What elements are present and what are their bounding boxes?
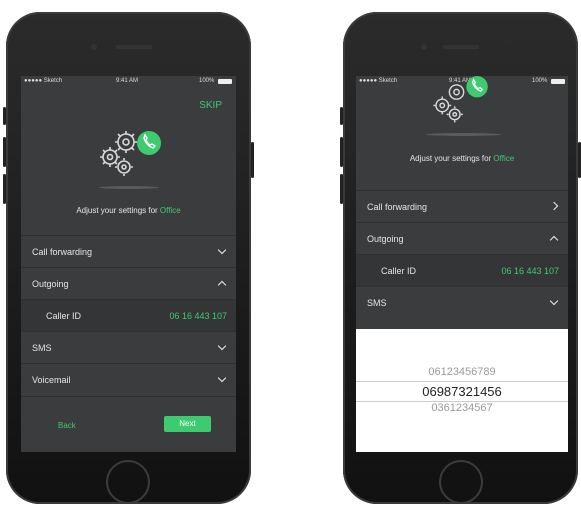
battery-label: 100% (199, 78, 215, 84)
row-sms[interactable]: SMS (356, 286, 568, 319)
voicemail-label: Voicemail (32, 375, 71, 385)
screen-right: ●●●●● Sketch 9:41 AM 100% Adjust your se… (356, 76, 568, 452)
settings-target: Office (493, 154, 515, 163)
caller-id-value: 06 16 443 107 (169, 311, 227, 321)
speaker (116, 45, 152, 49)
sms-label: SMS (367, 298, 387, 308)
back-button[interactable]: Back (58, 421, 76, 430)
caller-id-label: Caller ID (381, 266, 417, 276)
chevron-up-icon (549, 235, 559, 245)
time-label: 9:41 AM (116, 78, 139, 84)
caller-id-label: Caller ID (46, 311, 82, 321)
status-bar: ●●●●● Sketch 9:41 AM 100% (21, 76, 236, 88)
outgoing-label: Outgoing (367, 234, 404, 244)
picker-option[interactable]: 06123456789 (356, 366, 568, 378)
caller-id-value: 06 16 443 107 (501, 266, 559, 276)
picker-option[interactable]: 0361234567 (356, 402, 568, 414)
picker-option-selected[interactable]: 06987321456 (356, 381, 568, 402)
volume-down-button (340, 174, 343, 204)
outgoing-label: Outgoing (32, 279, 69, 289)
row-outgoing[interactable]: Outgoing (21, 267, 236, 300)
battery-icon (218, 79, 232, 84)
call-forwarding-label: Call forwarding (32, 247, 93, 257)
settings-target: Office (159, 206, 181, 215)
settings-caption: Adjust your settings for Office (21, 206, 236, 215)
icon-shadow (426, 133, 501, 136)
next-button[interactable]: Next (164, 416, 211, 432)
settings-prefix: Adjust your settings for (76, 206, 160, 215)
row-caller-id[interactable]: Caller ID 06 16 443 107 (21, 299, 236, 332)
chevron-down-icon (217, 341, 227, 351)
chevron-right-icon (549, 201, 559, 211)
camera-icon (421, 44, 427, 50)
screen-left: ●●●●● Sketch 9:41 AM 100% SKIP Adjust yo… (21, 76, 236, 452)
mute-switch (340, 107, 343, 125)
chevron-down-icon (549, 296, 559, 306)
gears-icon (421, 76, 501, 126)
carrier-label: ●●●●● Sketch (359, 78, 398, 84)
skip-button[interactable]: SKIP (199, 100, 222, 111)
phone-left: ●●●●● Sketch 9:41 AM 100% SKIP Adjust yo… (3, 12, 254, 504)
home-button[interactable] (106, 460, 150, 504)
row-sms[interactable]: SMS (21, 331, 236, 364)
power-button (251, 142, 254, 178)
chevron-down-icon (217, 245, 227, 255)
row-outgoing[interactable]: Outgoing (356, 222, 568, 255)
volume-up-button (340, 137, 343, 167)
caller-id-picker[interactable]: 06123456789 06987321456 0361234567 (356, 329, 568, 452)
settings-caption: Adjust your settings for Office (356, 154, 568, 163)
home-button[interactable] (439, 460, 483, 504)
gears-icon (96, 124, 166, 180)
chevron-up-icon (217, 280, 227, 290)
icon-shadow (99, 186, 159, 189)
battery-label: 100% (532, 78, 548, 84)
call-forwarding-label: Call forwarding (367, 202, 428, 212)
speaker (443, 45, 479, 49)
chevron-down-icon (217, 373, 227, 383)
volume-down-button (3, 174, 6, 204)
sms-label: SMS (32, 343, 52, 353)
row-call-forwarding[interactable]: Call forwarding (21, 235, 236, 268)
row-call-forwarding[interactable]: Call forwarding (356, 190, 568, 223)
phone-right: ●●●●● Sketch 9:41 AM 100% Adjust your se… (340, 12, 581, 504)
mute-switch (3, 107, 6, 125)
volume-up-button (3, 137, 6, 167)
camera-icon (91, 44, 97, 50)
carrier-label: ●●●●● Sketch (24, 78, 63, 84)
row-voicemail[interactable]: Voicemail (21, 363, 236, 397)
row-caller-id[interactable]: Caller ID 06 16 443 107 (356, 254, 568, 287)
battery-icon (551, 79, 565, 84)
settings-prefix: Adjust your settings for (409, 154, 494, 163)
